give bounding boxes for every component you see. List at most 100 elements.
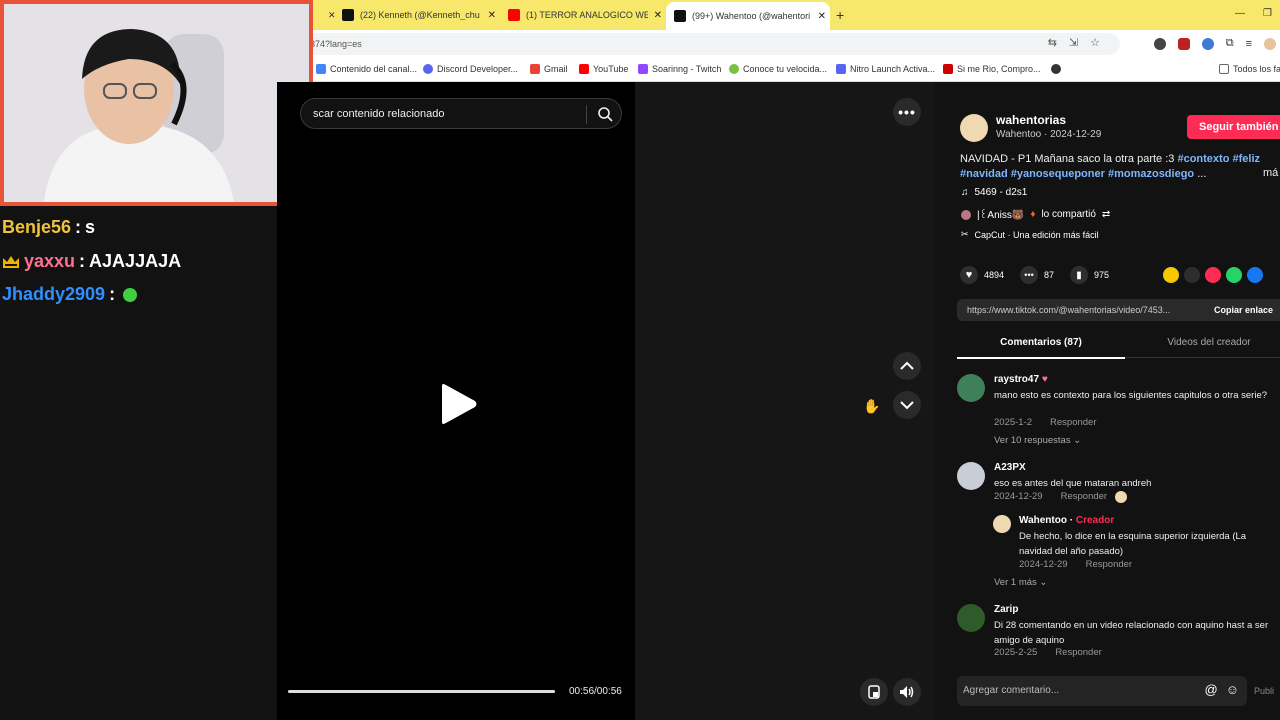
- commenter-name[interactable]: A23PX: [994, 462, 1026, 473]
- bookmark-item[interactable]: [1051, 64, 1061, 74]
- extension-icon[interactable]: [1201, 37, 1214, 50]
- install-icon[interactable]: ⇲: [1069, 36, 1078, 49]
- comment-input[interactable]: Agregar comentario... @ ☺: [957, 676, 1247, 706]
- extension-icon[interactable]: [1153, 37, 1166, 50]
- picture-in-picture-button[interactable]: [860, 678, 888, 706]
- reply-text: De hecho, lo dice en la esquina superior…: [1019, 531, 1247, 557]
- comment-item: Zarip Di 28 comentando en un video relac…: [957, 604, 1277, 660]
- commenter-name[interactable]: raystro47 ♥: [994, 374, 1048, 385]
- close-icon[interactable]: ✕: [818, 11, 826, 22]
- tab-comments[interactable]: Comentarios (87): [957, 337, 1125, 359]
- translate-icon[interactable]: ⇆: [1048, 36, 1057, 49]
- author-avatar[interactable]: [960, 114, 988, 142]
- mention-icon[interactable]: @: [1205, 682, 1218, 697]
- new-tab-button[interactable]: +: [836, 7, 844, 23]
- music-row[interactable]: ♫ 5469 - d2s1: [961, 187, 1027, 198]
- commenter-avatar[interactable]: [957, 604, 985, 632]
- whatsapp-icon[interactable]: [1226, 267, 1242, 283]
- embed-icon[interactable]: [1184, 267, 1200, 283]
- save-button[interactable]: ▮: [1070, 266, 1089, 284]
- video-progress-bar[interactable]: [288, 690, 555, 693]
- hashtag-link[interactable]: #navidad: [960, 168, 1008, 180]
- tiktok-icon: [674, 10, 686, 22]
- bookmark-label: YouTube: [593, 64, 629, 74]
- play-icon[interactable]: [440, 383, 478, 425]
- close-icon[interactable]: ✕: [654, 10, 662, 21]
- hashtag-link[interactable]: #yanosequeponer: [1011, 168, 1105, 180]
- commenter-name[interactable]: Zarip: [994, 604, 1018, 615]
- reply-button[interactable]: Responder: [1050, 417, 1096, 428]
- reply-button[interactable]: Responder: [1086, 559, 1132, 570]
- x-logo-icon: [342, 9, 354, 21]
- view-more-replies-button[interactable]: Ver 1 más ⌄: [994, 577, 1047, 588]
- comment-meta: 2025-1-2 Responder: [994, 417, 1097, 428]
- bookmark-item[interactable]: Conoce tu velocida...: [729, 64, 827, 74]
- copy-link-button[interactable]: Copiar enlace: [1214, 305, 1273, 315]
- more-link[interactable]: má: [1263, 167, 1278, 179]
- browser-tab-terror[interactable]: (1) TERROR ANALOGICO WEBC ✕: [500, 4, 666, 26]
- like-button[interactable]: ♥: [960, 266, 978, 284]
- reply-button[interactable]: Responder: [1055, 647, 1101, 658]
- bookmark-item[interactable]: Gmail: [530, 64, 568, 74]
- hashtag-link[interactable]: #momazosdiego: [1108, 168, 1194, 180]
- bookmark-folder[interactable]: Todos los fa: [1219, 64, 1280, 74]
- bookmark-label: Si me Rio, Compro...: [957, 64, 1041, 74]
- bookmark-item[interactable]: YouTube: [579, 64, 628, 74]
- media-icon[interactable]: ≡: [1246, 38, 1252, 50]
- capcut-row[interactable]: ✂ CapCut · Una edición más fácil: [961, 229, 1099, 240]
- bookmark-item[interactable]: Si me Rio, Compro...: [943, 64, 1041, 74]
- previous-video-button[interactable]: [893, 352, 921, 380]
- author-username[interactable]: wahentorias: [996, 113, 1066, 127]
- hashtag-link[interactable]: #feliz: [1233, 153, 1261, 165]
- ellipsis-icon: •••: [898, 104, 916, 120]
- star-icon[interactable]: ☆: [1090, 36, 1100, 49]
- comment-bubble-icon: •••: [1024, 270, 1034, 280]
- bookmark-item[interactable]: Soarinng - Twitch: [638, 64, 721, 74]
- browser-tab-kenneth[interactable]: (22) Kenneth (@Kenneth_chu9 ✕: [334, 4, 500, 26]
- puzzle-icon[interactable]: ⧉: [1226, 37, 1234, 50]
- address-bar[interactable]: 374?lang=es: [300, 33, 1120, 55]
- sharer-avatar: [961, 209, 971, 220]
- comment-input-actions: @ ☺: [1205, 682, 1239, 697]
- more-options-button[interactable]: •••: [893, 98, 921, 126]
- chevron-down-icon: ⌄: [1073, 435, 1082, 446]
- related-search-bar[interactable]: scar contenido relacionado: [300, 98, 622, 129]
- commenter-avatar[interactable]: [957, 462, 985, 490]
- tab-creator-videos[interactable]: Videos del creador: [1125, 337, 1280, 348]
- profile-avatar-icon[interactable]: [1264, 37, 1276, 50]
- post-description: NAVIDAD - P1 Mañana saco la otra parte :…: [960, 152, 1280, 182]
- minimize-icon[interactable]: —: [1235, 8, 1245, 19]
- nitro-icon: [836, 64, 846, 74]
- view-more-label: Ver 1 más: [994, 577, 1037, 588]
- facebook-icon[interactable]: [1247, 267, 1263, 283]
- friends-share-icon[interactable]: [1163, 267, 1179, 283]
- commenter-avatar[interactable]: [957, 374, 985, 402]
- bookmark-item[interactable]: Contenido del canal...: [316, 64, 417, 74]
- search-icon[interactable]: [597, 106, 613, 122]
- comment-button[interactable]: •••: [1020, 266, 1039, 284]
- reply-author[interactable]: Wahentoo · Creador: [1019, 515, 1114, 526]
- volume-button[interactable]: [893, 678, 921, 706]
- creator-avatar[interactable]: [993, 515, 1011, 533]
- send-icon[interactable]: [1205, 267, 1221, 283]
- reply-button[interactable]: Responder: [1061, 491, 1107, 503]
- view-replies-button[interactable]: Ver 10 respuestas ⌄: [994, 435, 1081, 446]
- browser-tab-wahentoo[interactable]: (99+) Wahentoo (@wahentorias ✕: [666, 2, 830, 30]
- next-video-button[interactable]: [893, 391, 921, 419]
- bookmark-item[interactable]: Discord Developer...: [423, 64, 518, 74]
- share-link-text[interactable]: https://www.tiktok.com/@wahentorias/vide…: [967, 305, 1170, 315]
- follow-button[interactable]: Seguir también: [1187, 115, 1280, 139]
- comment-count: 87: [1044, 270, 1055, 280]
- bookmark-label: Discord Developer...: [437, 64, 519, 74]
- bookmark-item[interactable]: Nitro Launch Activa...: [836, 64, 935, 74]
- shared-by-row[interactable]: |꒰Aniss🐻 ♦ lo compartió ⇄: [961, 208, 1110, 221]
- chat-separator: :: [75, 217, 82, 237]
- extension-icon[interactable]: [1177, 37, 1190, 50]
- green-face-emote-icon: [123, 287, 138, 302]
- hashtag-link[interactable]: #contexto: [1177, 153, 1229, 165]
- reply-username: Wahentoo: [1019, 515, 1067, 526]
- publish-button[interactable]: Publi: [1254, 686, 1274, 696]
- close-icon[interactable]: ✕: [488, 10, 496, 21]
- emoji-icon[interactable]: ☺: [1226, 682, 1239, 697]
- restore-icon[interactable]: ❐: [1263, 8, 1272, 19]
